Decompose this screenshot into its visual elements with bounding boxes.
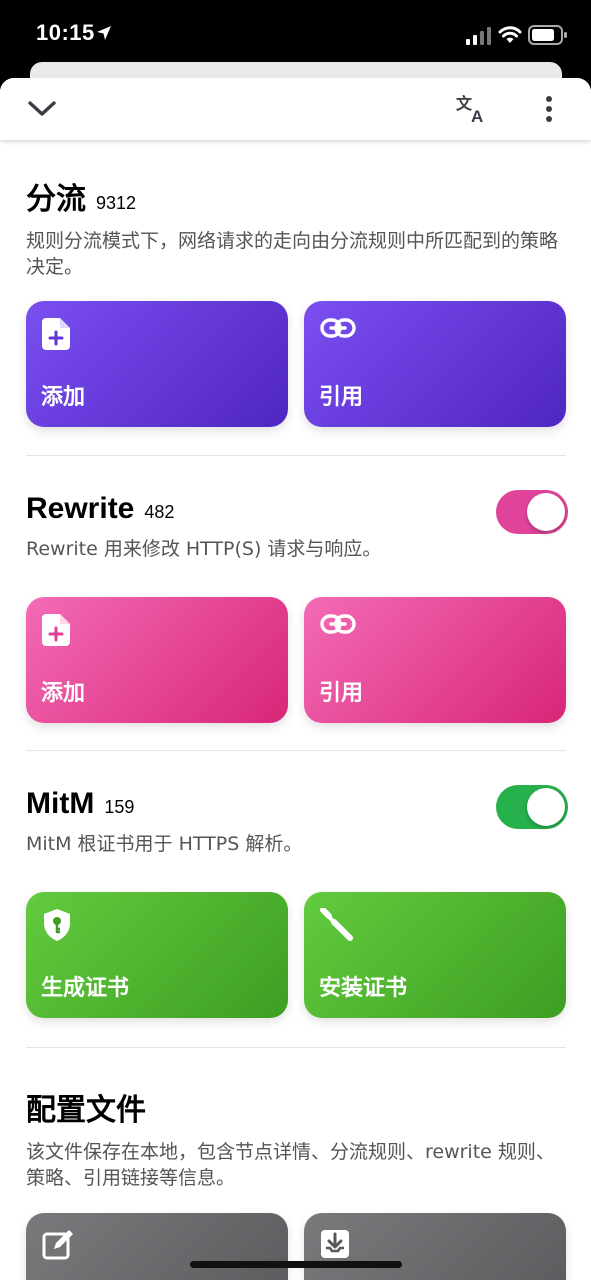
toolbar: 文 A: [0, 78, 591, 140]
rewrite-toggle[interactable]: [496, 490, 568, 534]
edit-config-button[interactable]: [26, 1213, 288, 1280]
rewrite-reference-button[interactable]: 引用: [304, 597, 566, 723]
battery-icon: [528, 25, 567, 45]
mitm-title: MitM: [26, 787, 95, 820]
shield-key-icon: [44, 909, 70, 941]
toggle-knob: [527, 788, 565, 826]
routing-reference-label: 引用: [319, 385, 364, 410]
file-plus-icon: [42, 614, 70, 646]
rewrite-reference-label: 引用: [319, 681, 364, 706]
routing-count: 9312: [96, 193, 137, 213]
wrench-icon: [320, 908, 353, 941]
routing-add-label: 添加: [41, 385, 86, 410]
rewrite-title: Rewrite: [26, 492, 135, 525]
config-description: 该文件保存在本地，包含节点详情、分流规则、rewrite 规则、策略、引用链接等…: [26, 1141, 555, 1189]
signal-icon: [466, 27, 491, 45]
mitm-toggle[interactable]: [496, 785, 568, 829]
rewrite-count: 482: [144, 502, 175, 522]
divider: [26, 750, 566, 751]
install-certificate-button[interactable]: 安装证书: [304, 892, 566, 1018]
generate-certificate-button[interactable]: 生成证书: [26, 892, 288, 1018]
download-config-button[interactable]: [304, 1213, 566, 1280]
edit-icon: [42, 1230, 73, 1260]
divider: [26, 455, 566, 456]
generate-certificate-label: 生成证书: [41, 976, 130, 1001]
rewrite-add-button[interactable]: 添加: [26, 597, 288, 723]
routing-title: 分流: [26, 183, 86, 216]
mitm-count: 159: [104, 797, 135, 817]
download-icon: [321, 1230, 349, 1258]
rewrite-section: Rewrite 482 Rewrite 用来修改 HTTP(S) 请求与响应。: [26, 490, 568, 562]
mitm-description: MitM 根证书用于 HTTPS 解析。: [26, 833, 303, 855]
divider: [26, 1047, 566, 1048]
file-plus-icon: [42, 318, 70, 350]
status-time: 10:15: [36, 20, 95, 45]
home-indicator: [190, 1261, 402, 1268]
mitm-section: MitM 159 MitM 根证书用于 HTTPS 解析。: [26, 785, 568, 857]
translate-button[interactable]: 文 A: [450, 90, 494, 128]
link-icon: [320, 614, 356, 634]
settings-sheet: 文 A 分流 9312 规则分流模式下，网络请求的走向由分流规则中所匹配到的策略决…: [0, 78, 591, 1280]
collapse-button[interactable]: [22, 92, 62, 126]
more-button[interactable]: [530, 90, 568, 128]
config-section: 配置文件 该文件保存在本地，包含节点详情、分流规则、rewrite 规则、策略、…: [26, 1085, 566, 1191]
config-title: 配置文件: [26, 1094, 146, 1127]
location-arrow-icon: [97, 26, 111, 40]
routing-section: 分流 9312 规则分流模式下，网络请求的走向由分流规则中所匹配到的策略决定。: [26, 174, 566, 280]
routing-reference-button[interactable]: 引用: [304, 301, 566, 427]
rewrite-add-label: 添加: [41, 681, 86, 706]
status-bar: 10:15: [0, 0, 591, 70]
chevron-down-icon: [28, 101, 56, 116]
rewrite-description: Rewrite 用来修改 HTTP(S) 请求与响应。: [26, 538, 382, 560]
link-icon: [320, 318, 356, 338]
routing-add-button[interactable]: 添加: [26, 301, 288, 427]
more-vertical-icon: [546, 96, 552, 122]
translate-icon: 文 A: [456, 94, 483, 124]
wifi-icon: [498, 26, 522, 43]
install-certificate-label: 安装证书: [319, 976, 408, 1001]
toggle-knob: [527, 493, 565, 531]
svg-text:A: A: [471, 107, 483, 124]
routing-description: 规则分流模式下，网络请求的走向由分流规则中所匹配到的策略决定。: [26, 230, 559, 278]
